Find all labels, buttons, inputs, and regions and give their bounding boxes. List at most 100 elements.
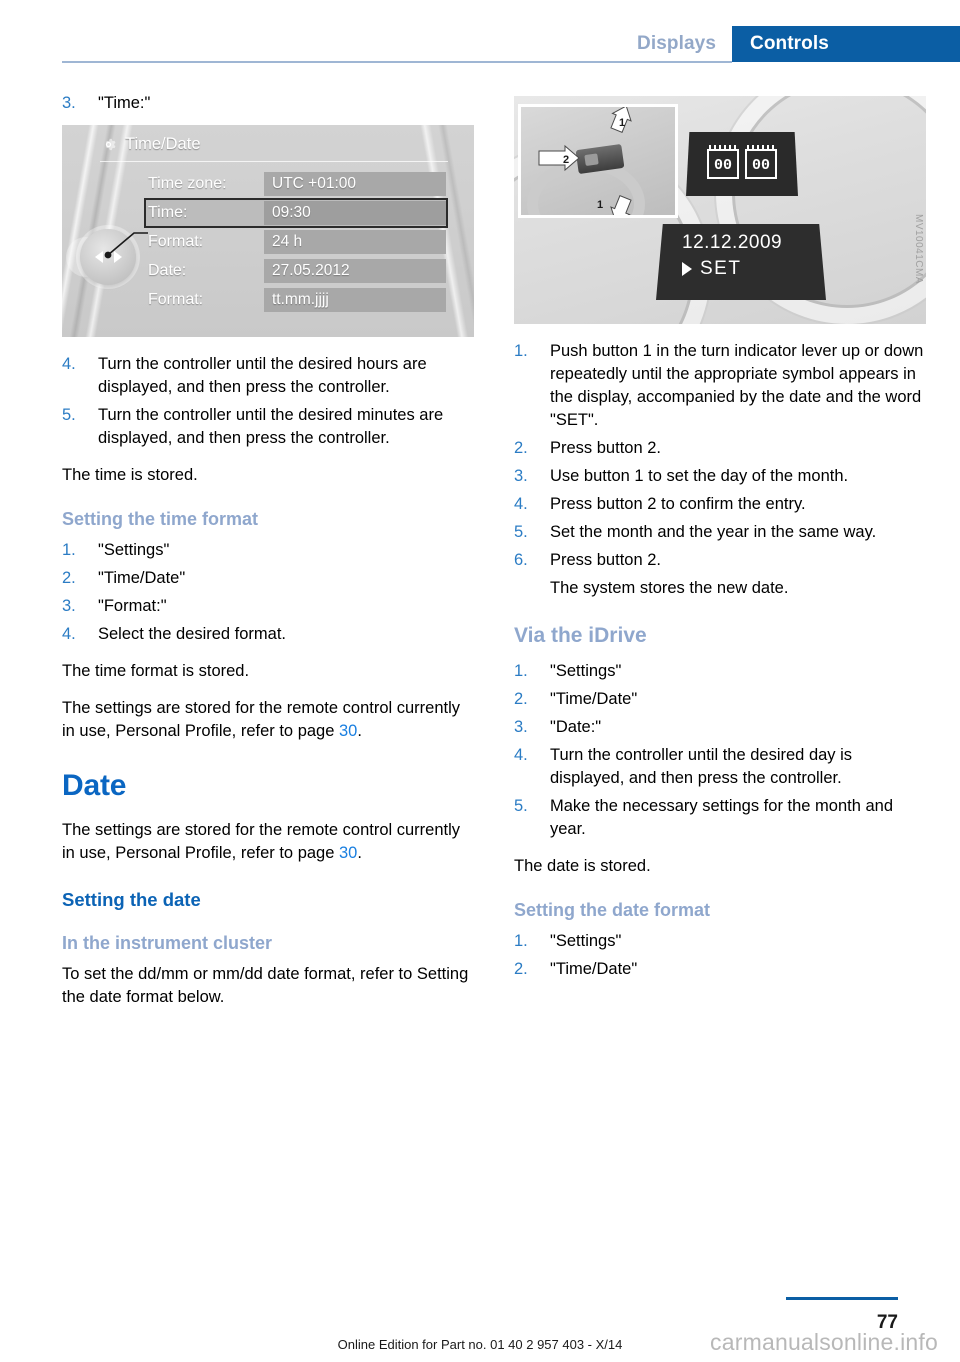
list-item: 3. "Format:"	[62, 595, 474, 618]
step-3-list: 3. "Time:"	[62, 92, 474, 115]
step-number: 3.	[514, 718, 528, 736]
idrive-row-date[interactable]: Date: 27.05.2012	[148, 258, 446, 284]
step-text: Turn the controller until the desired da…	[550, 746, 853, 787]
step-text: Push button 1 in the turn indicator leve…	[550, 342, 924, 429]
step-number: 2.	[62, 569, 76, 587]
heading-setting-the-date-format: Setting the date format	[514, 900, 711, 920]
turn-indicator-lever-inset: 1 2 1	[518, 104, 678, 218]
calendar-icon-left: 00	[707, 145, 739, 179]
time-format-steps-list: 1. "Settings" 2. "Time/Date" 3. "Format:…	[62, 539, 474, 646]
row-label: Time zone:	[148, 175, 227, 192]
figure-code: MV10041CMA	[913, 214, 924, 285]
heading-setting-the-time-format: Setting the time format	[62, 509, 259, 529]
callout-label-1-bottom: 1	[597, 199, 604, 211]
row-value: tt.mm.jjjj	[264, 288, 446, 312]
list-item: 3. "Time:"	[62, 92, 474, 115]
gear-icon	[105, 138, 116, 151]
step-number: 2.	[514, 690, 528, 708]
step-number: 6.	[514, 551, 528, 569]
step-text: Set the month and the year in the same w…	[550, 523, 877, 541]
idrive-row-time[interactable]: Time: 09:30	[144, 198, 448, 228]
step-number: 2.	[514, 439, 528, 457]
list-item: 2. "Time/Date"	[514, 958, 926, 981]
chapter-tabs: Displays Controls	[627, 26, 960, 62]
step-text: "Time/Date"	[550, 690, 638, 708]
step-number: 5.	[514, 523, 528, 541]
row-label: Format:	[148, 233, 204, 250]
instrument-cluster-text: To set the dd/mm or mm/dd date format, r…	[62, 965, 469, 1006]
time-format-stored-text: The time format is stored.	[62, 662, 250, 680]
play-arrow-icon	[682, 262, 692, 276]
tab-controls[interactable]: Controls	[732, 26, 960, 62]
idrive-timedate-figure: Time/Date Time zone: UTC +01:00 Time: 09…	[62, 125, 474, 337]
heading-date: Date	[62, 769, 127, 802]
header-divider	[62, 61, 732, 63]
page-link-30-second[interactable]: 30	[339, 844, 357, 862]
step-number: 4.	[62, 355, 76, 373]
list-item: 1. "Settings"	[514, 930, 926, 953]
step-number: 2.	[514, 960, 528, 978]
right-column: 1 2 1 00 00 12.12.2009 SET MV10041CMA 1.…	[514, 92, 926, 986]
date-format-steps-list: 1. "Settings" 2. "Time/Date"	[514, 930, 926, 981]
step-number: 4.	[514, 746, 528, 764]
idrive-title-text: Time/Date	[125, 135, 201, 153]
steps-4-5-list: 4. Turn the controller until the desired…	[62, 353, 474, 450]
note-text-post: .	[357, 722, 362, 740]
idrive-screen-title: Time/Date	[100, 135, 201, 154]
list-item: 6. Press button 2. The system stores the…	[514, 549, 926, 600]
time-stored-text: The time is stored.	[62, 466, 198, 484]
step-text: "Settings"	[550, 932, 622, 950]
list-item: 3. Use button 1 to set the day of the mo…	[514, 465, 926, 488]
site-watermark: carmanualsonline.info	[710, 1329, 938, 1355]
left-column: 3. "Time:" Time/Date Time zone: UTC +01:…	[62, 92, 474, 1023]
list-item: 5. Turn the controller until the desired…	[62, 404, 474, 450]
list-item: 1. Push button 1 in the turn indicator l…	[514, 340, 926, 432]
list-item: 4. Turn the controller until the desired…	[62, 353, 474, 399]
idrive-controller-icon	[80, 229, 136, 285]
idrive-row-date-format[interactable]: Format: tt.mm.jjjj	[148, 287, 446, 313]
row-label: Time:	[148, 204, 188, 221]
heading-via-the-idrive: Via the iDrive	[514, 624, 647, 647]
step-number: 4.	[62, 625, 76, 643]
row-value: UTC +01:00	[264, 172, 446, 196]
list-item: 5. Make the necessary settings for the m…	[514, 795, 926, 841]
list-item: 3. "Date:"	[514, 716, 926, 739]
step-text: Press button 2 to confirm the entry.	[550, 495, 806, 513]
step-text: Turn the controller until the desired mi…	[98, 406, 444, 447]
step-number: 3.	[62, 597, 76, 615]
step-number: 3.	[514, 467, 528, 485]
page-link-30[interactable]: 30	[339, 722, 357, 740]
list-item: 2. "Time/Date"	[514, 688, 926, 711]
tab-displays[interactable]: Displays	[627, 26, 732, 62]
idrive-row-timezone[interactable]: Time zone: UTC +01:00	[148, 171, 446, 197]
idrive-row-time-format[interactable]: Format: 24 h	[148, 229, 446, 255]
step-number: 3.	[62, 94, 76, 112]
cluster-steps-list: 1. Push button 1 in the turn indicator l…	[514, 340, 926, 600]
list-item: 1. "Settings"	[514, 660, 926, 683]
cluster-set-row: SET	[682, 258, 826, 280]
step-text: "Settings"	[98, 541, 170, 559]
cluster-display-date: 12.12.2009 SET	[656, 224, 826, 300]
remote-control-note: The settings are stored for the remote c…	[62, 697, 474, 743]
step-text: "Date:"	[550, 718, 602, 736]
date-stored-text: The date is stored.	[514, 857, 651, 875]
calendar-digits-right: 00	[751, 157, 770, 174]
step-text: Use button 1 to set the day of the month…	[550, 467, 849, 485]
list-item: 4. Turn the controller until the desired…	[514, 744, 926, 790]
callout-label-2: 2	[563, 154, 570, 166]
arrow-left-icon	[94, 251, 103, 263]
step-sub-text: The system stores the new date.	[550, 579, 789, 597]
step-number: 5.	[62, 406, 76, 424]
page-header: Displays Controls	[0, 0, 960, 63]
footer-accent-rule	[786, 1297, 898, 1300]
list-item: 2. "Time/Date"	[62, 567, 474, 590]
row-label: Format:	[148, 291, 204, 308]
row-value: 09:30	[264, 201, 446, 225]
instrument-cluster-figure: 1 2 1 00 00 12.12.2009 SET MV10041CMA	[514, 96, 926, 324]
arrow-right-icon	[113, 251, 122, 263]
step-text: Press button 2.	[550, 551, 661, 569]
heading-in-the-instrument-cluster: In the instrument cluster	[62, 933, 273, 953]
step-text: "Time/Date"	[98, 569, 186, 587]
row-label: Date:	[148, 262, 187, 279]
cluster-date-value: 12.12.2009	[682, 232, 783, 253]
